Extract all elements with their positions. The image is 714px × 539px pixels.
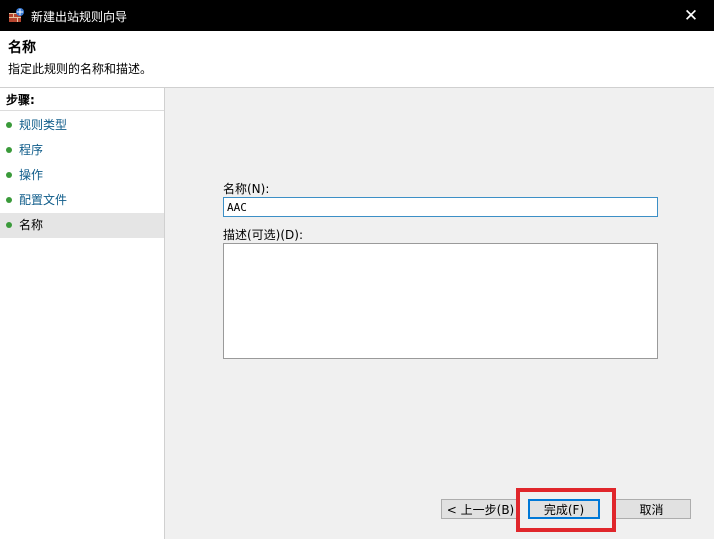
step-dot-icon	[6, 171, 12, 178]
name-input[interactable]	[223, 197, 658, 217]
page-title: 名称	[8, 40, 36, 56]
close-button[interactable]: ✕	[668, 0, 714, 31]
description-label: 描述(可选)(D):	[223, 228, 304, 242]
step-dot-icon	[6, 221, 12, 228]
title-bar: 新建出站规则向导 ✕	[0, 0, 714, 31]
cancel-button[interactable]: 取消	[612, 499, 691, 519]
step-item-rule-type[interactable]: 规则类型	[0, 113, 164, 138]
window-title: 新建出站规则向导	[31, 10, 128, 24]
step-label: 操作	[19, 168, 44, 182]
step-item-action[interactable]: 操作	[0, 163, 164, 188]
step-item-program[interactable]: 程序	[0, 138, 164, 163]
steps-title: 步骤:	[0, 90, 164, 111]
step-label: 配置文件	[19, 193, 68, 207]
step-label: 规则类型	[19, 118, 68, 132]
steps-panel: 步骤: 规则类型 程序 操作 配置文件 名称	[0, 88, 165, 539]
step-label: 名称	[19, 218, 44, 232]
page-header: 名称 指定此规则的名称和描述。	[0, 31, 714, 88]
close-icon: ✕	[683, 5, 699, 26]
step-label: 程序	[19, 143, 44, 157]
step-dot-icon	[6, 121, 12, 128]
firewall-icon	[9, 8, 24, 22]
step-item-name[interactable]: 名称	[0, 213, 164, 238]
step-item-profile[interactable]: 配置文件	[0, 188, 164, 213]
step-dot-icon	[6, 196, 12, 203]
description-textarea[interactable]	[223, 243, 658, 359]
page-description: 指定此规则的名称和描述。	[8, 62, 153, 76]
highlight-annotation-box	[516, 488, 616, 532]
step-dot-icon	[6, 146, 12, 153]
name-label: 名称(N):	[223, 182, 270, 196]
wizard-window: 新建出站规则向导 ✕ 名称 指定此规则的名称和描述。 步骤: 规则类型 程序 操…	[0, 0, 714, 539]
back-button[interactable]: < 上一步(B)	[441, 499, 520, 519]
